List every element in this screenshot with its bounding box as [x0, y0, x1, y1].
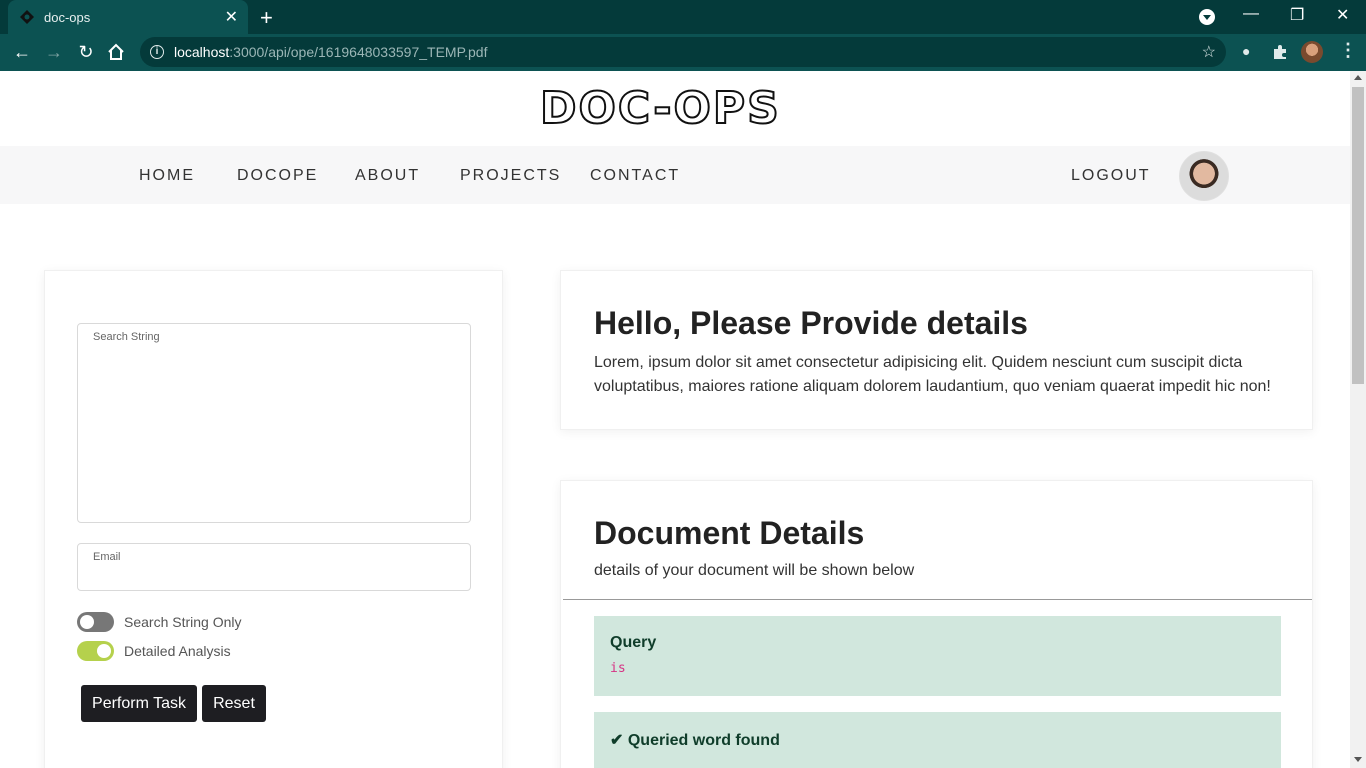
- divider: [563, 599, 1312, 600]
- search-only-switch[interactable]: [77, 612, 114, 632]
- nav-contact[interactable]: CONTACT: [590, 167, 680, 185]
- detailed-analysis-label: Detailed Analysis: [124, 643, 231, 659]
- browser-profile-avatar[interactable]: [1301, 41, 1323, 63]
- window-close-icon[interactable]: ✕: [1336, 5, 1349, 25]
- extension-icon[interactable]: ●: [1242, 43, 1250, 59]
- email-field[interactable]: Email: [77, 543, 471, 591]
- extensions-puzzle-icon[interactable]: [1271, 43, 1289, 61]
- nav-home[interactable]: HOME: [139, 167, 195, 185]
- document-details-card: Document Details details of your documen…: [560, 480, 1313, 768]
- search-string-textarea[interactable]: Search String: [77, 323, 471, 523]
- scroll-down-arrow-icon[interactable]: [1354, 757, 1362, 762]
- browser-tab-strip: doc-ops ✕ + — ❐ ✕: [0, 0, 1366, 34]
- found-heading-row: ✔ Queried word found: [610, 730, 780, 750]
- bookmark-star-icon[interactable]: ☆: [1202, 42, 1216, 62]
- search-only-label: Search String Only: [124, 614, 242, 630]
- site-favicon-icon: [20, 10, 34, 24]
- browser-toolbar: ← → ↻ i localhost:3000/api/ope/161964803…: [0, 34, 1366, 71]
- email-label: Email: [93, 551, 121, 563]
- found-alert: ✔ Queried word found: [594, 712, 1281, 768]
- tab-close-icon[interactable]: ✕: [225, 7, 238, 27]
- new-tab-icon[interactable]: +: [260, 5, 273, 31]
- nav-logout[interactable]: LOGOUT: [1071, 167, 1151, 185]
- address-bar[interactable]: i localhost:3000/api/ope/1619648033597_T…: [140, 37, 1226, 67]
- tab-search-icon[interactable]: [1199, 9, 1215, 25]
- task-form-card: Search String Email Search String Only D…: [44, 270, 503, 768]
- intro-text: Lorem, ipsum dolor sit amet consectetur …: [594, 354, 1271, 395]
- url-text: localhost:3000/api/ope/1619648033597_TEM…: [174, 44, 488, 60]
- home-icon[interactable]: [106, 42, 126, 62]
- nav-projects[interactable]: PROJECTS: [460, 167, 561, 185]
- document-details-title: Document Details: [594, 515, 865, 551]
- check-icon: ✔: [610, 732, 624, 749]
- nav-docope[interactable]: DOCOPE: [237, 167, 318, 185]
- document-details-subtitle: details of your document will be shown b…: [594, 562, 915, 579]
- reload-icon[interactable]: ↻: [74, 40, 98, 64]
- query-heading: Query: [610, 634, 657, 651]
- site-info-icon[interactable]: i: [150, 45, 164, 59]
- found-heading: Queried word found: [627, 732, 780, 749]
- scroll-up-arrow-icon[interactable]: [1354, 75, 1362, 80]
- detailed-analysis-switch[interactable]: [77, 641, 114, 661]
- scrollbar-thumb[interactable]: [1352, 87, 1364, 384]
- intro-card: Hello, Please Provide details Lorem, ips…: [560, 270, 1313, 430]
- page-viewport: DOC-OPS HOME DOCOPE ABOUT PROJECTS CONTA…: [0, 71, 1350, 768]
- query-alert: Query is: [594, 616, 1281, 696]
- perform-task-button[interactable]: Perform Task: [81, 685, 197, 722]
- main-navbar: HOME DOCOPE ABOUT PROJECTS CONTACT LOGOU…: [0, 146, 1350, 204]
- restore-icon[interactable]: ❐: [1290, 5, 1304, 25]
- user-avatar[interactable]: [1179, 151, 1229, 201]
- browser-tab[interactable]: doc-ops ✕: [8, 0, 248, 34]
- reset-button[interactable]: Reset: [202, 685, 266, 722]
- back-icon[interactable]: ←: [10, 40, 34, 64]
- site-logo[interactable]: DOC-OPS: [539, 82, 781, 135]
- intro-title: Hello, Please Provide details: [594, 305, 1028, 341]
- search-string-label: Search String: [93, 331, 160, 343]
- nav-about[interactable]: ABOUT: [355, 167, 420, 185]
- page-scrollbar[interactable]: [1350, 71, 1366, 768]
- minimize-icon[interactable]: —: [1243, 5, 1259, 23]
- query-value: is: [610, 661, 626, 676]
- tab-title: doc-ops: [44, 10, 91, 25]
- menu-kebab-icon[interactable]: ⋮: [1339, 40, 1357, 61]
- forward-icon[interactable]: →: [42, 40, 66, 64]
